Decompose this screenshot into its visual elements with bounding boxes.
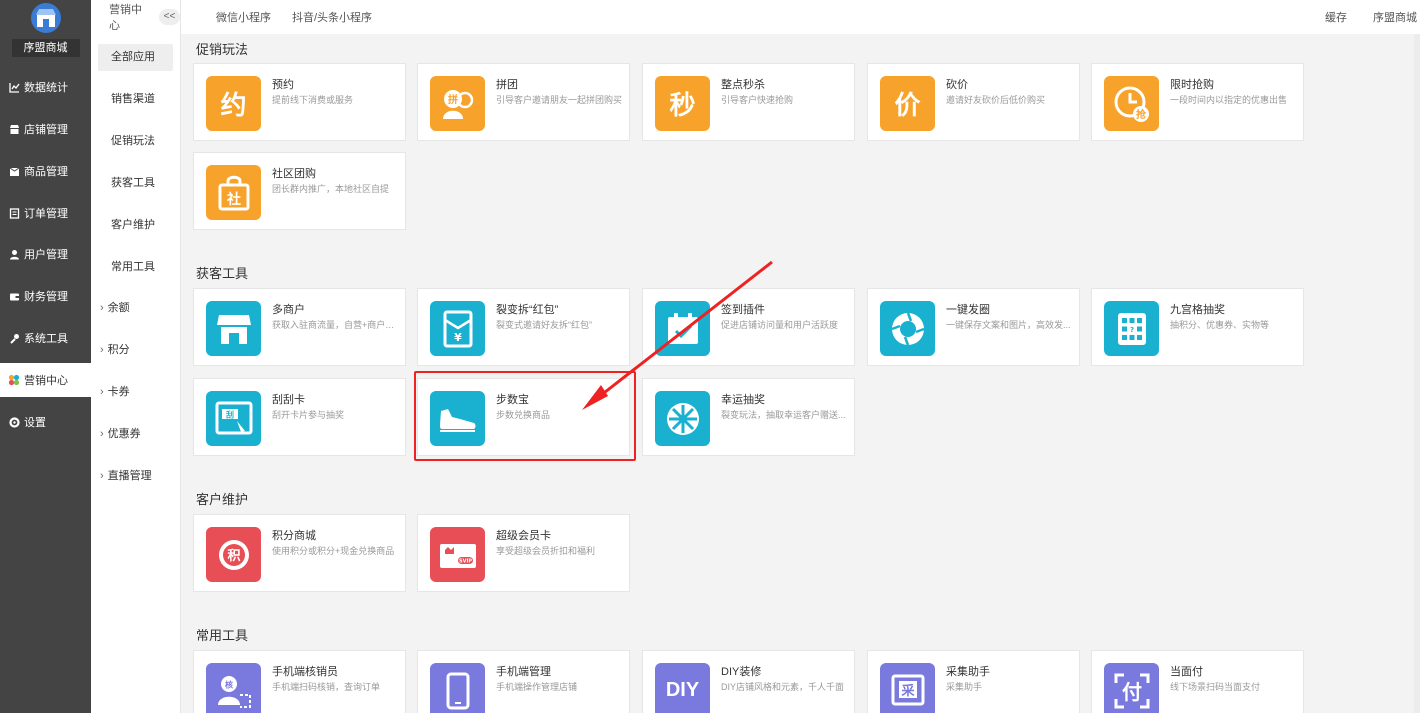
- brand-name: 序盟商城: [11, 39, 80, 57]
- subnav-group-live[interactable]: › 直播管理: [98, 463, 173, 490]
- marketing-icon: [8, 374, 20, 386]
- brand: 序盟商城: [0, 0, 91, 65]
- wrench-icon: [8, 332, 20, 344]
- subnav-item-common-tools[interactable]: 常用工具: [98, 254, 173, 281]
- subnav-group-label: 直播管理: [107, 470, 152, 482]
- tab-douyin-miniprogram[interactable]: 抖音/头条小程序: [292, 9, 372, 25]
- sidebar-item-finance[interactable]: 财务管理: [0, 279, 91, 313]
- sidebar-item-label: 财务管理: [24, 291, 68, 303]
- marketing-subnav: 营销中心 << 全部应用 销售渠道 促销玩法 获客工具 客户维护 常用工具 › 余…: [91, 0, 181, 713]
- subnav-item-retention[interactable]: 客户维护: [98, 212, 173, 239]
- sidebar-item-data-stats[interactable]: 数据统计: [0, 70, 91, 104]
- chevron-right-icon: ›: [100, 428, 104, 440]
- store-icon: [8, 123, 20, 135]
- collapse-button[interactable]: <<: [159, 9, 180, 25]
- subnav-item-all-apps[interactable]: 全部应用: [98, 44, 173, 71]
- sidebar-item-label: 营销中心: [24, 375, 68, 387]
- subnav-group-cards[interactable]: › 卡券: [98, 379, 173, 406]
- sidebar-item-goods[interactable]: 商品管理: [0, 154, 91, 188]
- subnav-title: 营销中心: [109, 4, 142, 32]
- subnav-group-coupons[interactable]: › 优惠券: [98, 421, 173, 448]
- subnav-group-balance[interactable]: › 余额: [98, 295, 173, 322]
- subnav-group-label: 卡券: [107, 386, 130, 398]
- chart-icon: [8, 81, 20, 93]
- chevron-right-icon: ›: [100, 470, 104, 482]
- subnav-item-sales-channel[interactable]: 销售渠道: [98, 86, 173, 113]
- sidebar-item-users[interactable]: 用户管理: [0, 237, 91, 271]
- sidebar-item-settings[interactable]: 设置: [0, 405, 91, 439]
- main-sidebar: 序盟商城 数据统计 店铺管理 商品管理 订单管理 用户管理 财务管理 系统工具 …: [0, 0, 91, 713]
- sidebar-item-label: 店铺管理: [24, 124, 68, 136]
- finance-icon: [8, 290, 20, 302]
- store-logo-icon[interactable]: [30, 3, 61, 33]
- top-bar: 微信小程序 抖音/头条小程序 缓存 序盟商城: [181, 0, 1420, 34]
- sidebar-item-label: 数据统计: [24, 82, 68, 94]
- chevron-right-icon: ›: [100, 302, 104, 314]
- sidebar-item-label: 用户管理: [24, 249, 68, 261]
- subnav-header: 营销中心 <<: [91, 0, 180, 34]
- subnav-group-points[interactable]: › 积分: [98, 337, 173, 364]
- page-scrollbar[interactable]: [1414, 34, 1420, 713]
- tab-wechat-miniprogram[interactable]: 微信小程序: [216, 9, 271, 25]
- gear-icon: [8, 416, 20, 428]
- chevron-right-icon: ›: [100, 344, 104, 356]
- sidebar-item-orders[interactable]: 订单管理: [0, 196, 91, 230]
- subnav-group-label: 优惠券: [107, 428, 141, 440]
- subnav-item-acquisition[interactable]: 获客工具: [98, 170, 173, 197]
- shop-switcher[interactable]: 序盟商城: [1373, 9, 1417, 25]
- goods-icon: [8, 165, 20, 177]
- sidebar-item-label: 商品管理: [24, 166, 68, 178]
- sidebar-item-label: 订单管理: [24, 208, 68, 220]
- user-icon: [8, 248, 20, 260]
- sidebar-item-store[interactable]: 店铺管理: [0, 112, 91, 146]
- order-icon: [8, 207, 20, 219]
- annotation-arrow-icon: [582, 260, 773, 410]
- subnav-item-promotion[interactable]: 促销玩法: [98, 128, 173, 155]
- sidebar-item-system-tools[interactable]: 系统工具: [0, 321, 91, 355]
- sidebar-item-marketing[interactable]: 营销中心: [0, 363, 91, 397]
- subnav-group-label: 积分: [107, 344, 130, 356]
- chevron-right-icon: ›: [100, 386, 104, 398]
- subnav-group-label: 余额: [107, 302, 130, 314]
- app-content: 促销玩法 约 预约 提前线下消费或服务 拼 拼团 引导客户邀请朋友一起拼团购买 …: [181, 34, 1420, 713]
- sidebar-item-label: 设置: [24, 417, 46, 429]
- sidebar-item-label: 系统工具: [24, 333, 68, 345]
- cache-button[interactable]: 缓存: [1325, 9, 1347, 25]
